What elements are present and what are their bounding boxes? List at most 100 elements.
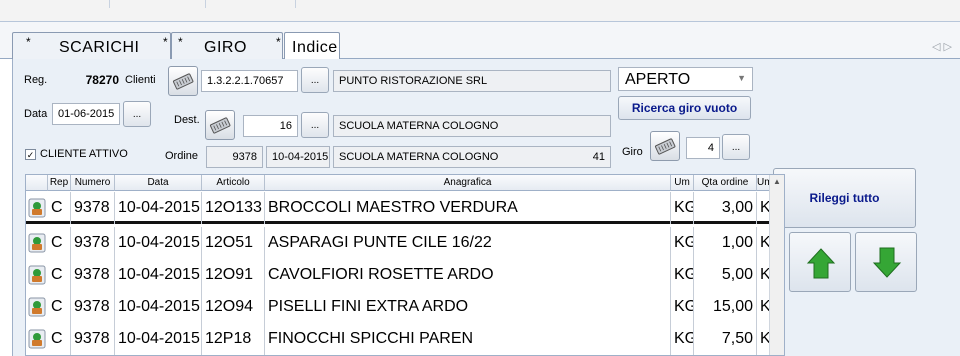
- table-row[interactable]: C 9378 10-04-2015 12O133 BROCCOLI MAESTR…: [26, 192, 784, 224]
- ricerca-giro-vuoto-button[interactable]: Ricerca giro vuoto: [618, 96, 751, 120]
- cell-numero: 9378: [71, 259, 115, 291]
- table-row[interactable]: C 9378 10-04-2015 12P18 FINOCCHI SPICCHI…: [26, 323, 784, 355]
- data-picker-button[interactable]: ...: [123, 101, 151, 127]
- reg-value: 78270: [85, 73, 119, 87]
- data-label: Data: [24, 108, 48, 120]
- cell-rep: C: [48, 291, 71, 323]
- cell-articolo: 12O91: [202, 259, 265, 291]
- tab-label: SCARICHI: [59, 39, 140, 56]
- row-edit-icon[interactable]: [28, 329, 46, 349]
- cell-qta: 5,00: [694, 259, 757, 291]
- tab-scroll-arrows[interactable]: ◁ ▷: [932, 40, 952, 53]
- ordine-label: Ordine: [165, 150, 199, 162]
- tab-label: GIRO: [204, 39, 247, 56]
- frame-segment: [206, 0, 296, 8]
- cell-um: KG: [671, 323, 694, 355]
- keyboard-icon: [172, 73, 194, 90]
- frame-segment: [20, 0, 110, 8]
- grid-header-rep[interactable]: Rep: [48, 175, 71, 191]
- cell-rep: C: [48, 259, 71, 291]
- table-row[interactable]: C 9378 10-04-2015 12O94 PISELLI FINI EXT…: [26, 291, 784, 323]
- grid-header-anagrafica[interactable]: Anagrafica: [265, 175, 671, 191]
- clienti-label: Clienti: [125, 74, 156, 86]
- row-edit-icon[interactable]: [28, 233, 46, 253]
- cell-data: 10-04-2015: [115, 259, 202, 291]
- clienti-code-field[interactable]: 1.3.2.2.1.70657: [201, 70, 298, 92]
- keyboard-icon: [654, 138, 676, 155]
- tab-indice[interactable]: Indice: [284, 32, 340, 60]
- giro-label: Giro: [622, 146, 643, 158]
- cell-qta: 1,00: [694, 227, 757, 259]
- cell-articolo: 12O94: [202, 291, 265, 323]
- move-up-button[interactable]: [789, 232, 851, 292]
- scroll-up-icon[interactable]: ▲: [773, 177, 781, 186]
- cell-articolo: 12O51: [202, 227, 265, 259]
- status-value: APERTO: [625, 71, 691, 88]
- cell-um: KG: [671, 192, 694, 224]
- cell-um: KG: [671, 291, 694, 323]
- cell-data: 10-04-2015: [115, 227, 202, 259]
- rotate-up-arrow-icon: [806, 248, 836, 279]
- dest-lookup-button[interactable]: ...: [301, 112, 329, 138]
- grid-header-qta-ordine[interactable]: Qta ordine: [694, 175, 757, 191]
- cell-anagrafica: ASPARAGI PUNTE CILE 16/22: [265, 227, 671, 259]
- cell-data: 10-04-2015: [115, 291, 202, 323]
- grid-header-selector: [26, 175, 48, 191]
- clienti-name-field: PUNTO RISTORAZIONE SRL: [333, 70, 611, 92]
- grid-vertical-scrollbar[interactable]: ▲: [769, 175, 784, 355]
- tab-scarichi[interactable]: * SCARICHI *: [12, 32, 171, 59]
- grid-header-um[interactable]: Um: [671, 175, 694, 191]
- grid-header-data[interactable]: Data: [115, 175, 202, 191]
- cell-anagrafica: FINOCCHI SPICCHI PAREN: [265, 323, 671, 355]
- cell-anagrafica: CAVOLFIORI ROSETTE ARDO: [265, 259, 671, 291]
- cell-anagrafica: PISELLI FINI EXTRA ARDO: [265, 291, 671, 323]
- cell-numero: 9378: [71, 323, 115, 355]
- cell-articolo: 12O133: [202, 192, 265, 224]
- keyboard-giro-button[interactable]: [650, 131, 680, 161]
- keyboard-dest-button[interactable]: [205, 110, 235, 140]
- grid-header-numero[interactable]: Numero: [71, 175, 115, 191]
- frame-segment: [110, 0, 206, 8]
- row-edit-icon[interactable]: [28, 297, 46, 317]
- cell-qta: 7,50: [694, 323, 757, 355]
- status-select[interactable]: APERTO ▼: [618, 67, 753, 91]
- cell-data: 10-04-2015: [115, 192, 202, 224]
- table-row[interactable]: C 9378 10-04-2015 12O91 CAVOLFIORI ROSET…: [26, 259, 784, 291]
- window-frame-top: [0, 0, 960, 22]
- dest-code-field[interactable]: 16: [243, 115, 298, 137]
- cell-rep: C: [48, 323, 71, 355]
- keyboard-icon: [209, 117, 231, 134]
- grid-header-articolo[interactable]: Articolo: [202, 175, 265, 191]
- clienti-lookup-button[interactable]: ...: [301, 67, 329, 93]
- dest-name-field: SCUOLA MATERNA COLOGNO: [333, 115, 611, 137]
- rotate-down-arrow-icon: [872, 247, 902, 278]
- cell-data: 10-04-2015: [115, 323, 202, 355]
- table-row[interactable]: C 9378 10-04-2015 12O51 ASPARAGI PUNTE C…: [26, 227, 784, 259]
- cliente-attivo-label: CLIENTE ATTIVO: [40, 148, 128, 160]
- cell-articolo: 12P18: [202, 323, 265, 355]
- tab-modified-mark: *: [276, 35, 281, 49]
- cell-anagrafica: BROCCOLI MAESTRO VERDURA: [265, 192, 671, 224]
- data-field[interactable]: 01-06-2015: [52, 103, 120, 125]
- ordini-grid: Rep Numero Data Articolo Anagrafica Um Q…: [25, 174, 785, 356]
- tab-modified-mark: *: [178, 35, 183, 49]
- dest-label: Dest.: [174, 114, 200, 126]
- giro-field[interactable]: 4: [686, 137, 720, 159]
- move-down-button[interactable]: [855, 232, 917, 292]
- tab-modified-mark: *: [163, 35, 168, 49]
- cliente-attivo-checkbox[interactable]: ✓: [25, 149, 36, 160]
- keyboard-clienti-button[interactable]: [168, 66, 198, 96]
- cell-numero: 9378: [71, 192, 115, 224]
- ordine-date-field: 10-04-2015: [266, 146, 330, 168]
- cell-qta: 15,00: [694, 291, 757, 323]
- giro-lookup-button[interactable]: ...: [722, 134, 750, 160]
- rileggi-tutto-button[interactable]: Rileggi tutto: [773, 168, 916, 228]
- tab-giro[interactable]: * GIRO *: [171, 32, 283, 59]
- tab-bar: * SCARICHI * * GIRO * Indice: [0, 22, 960, 60]
- cell-qta: 3,00: [694, 192, 757, 224]
- row-edit-icon[interactable]: [28, 198, 46, 218]
- ordine-name-field: SCUOLA MATERNA COLOGNO 41: [333, 146, 611, 168]
- reg-label: Reg.: [24, 74, 48, 86]
- row-edit-icon[interactable]: [28, 265, 46, 285]
- ordine-count: 41: [592, 151, 605, 163]
